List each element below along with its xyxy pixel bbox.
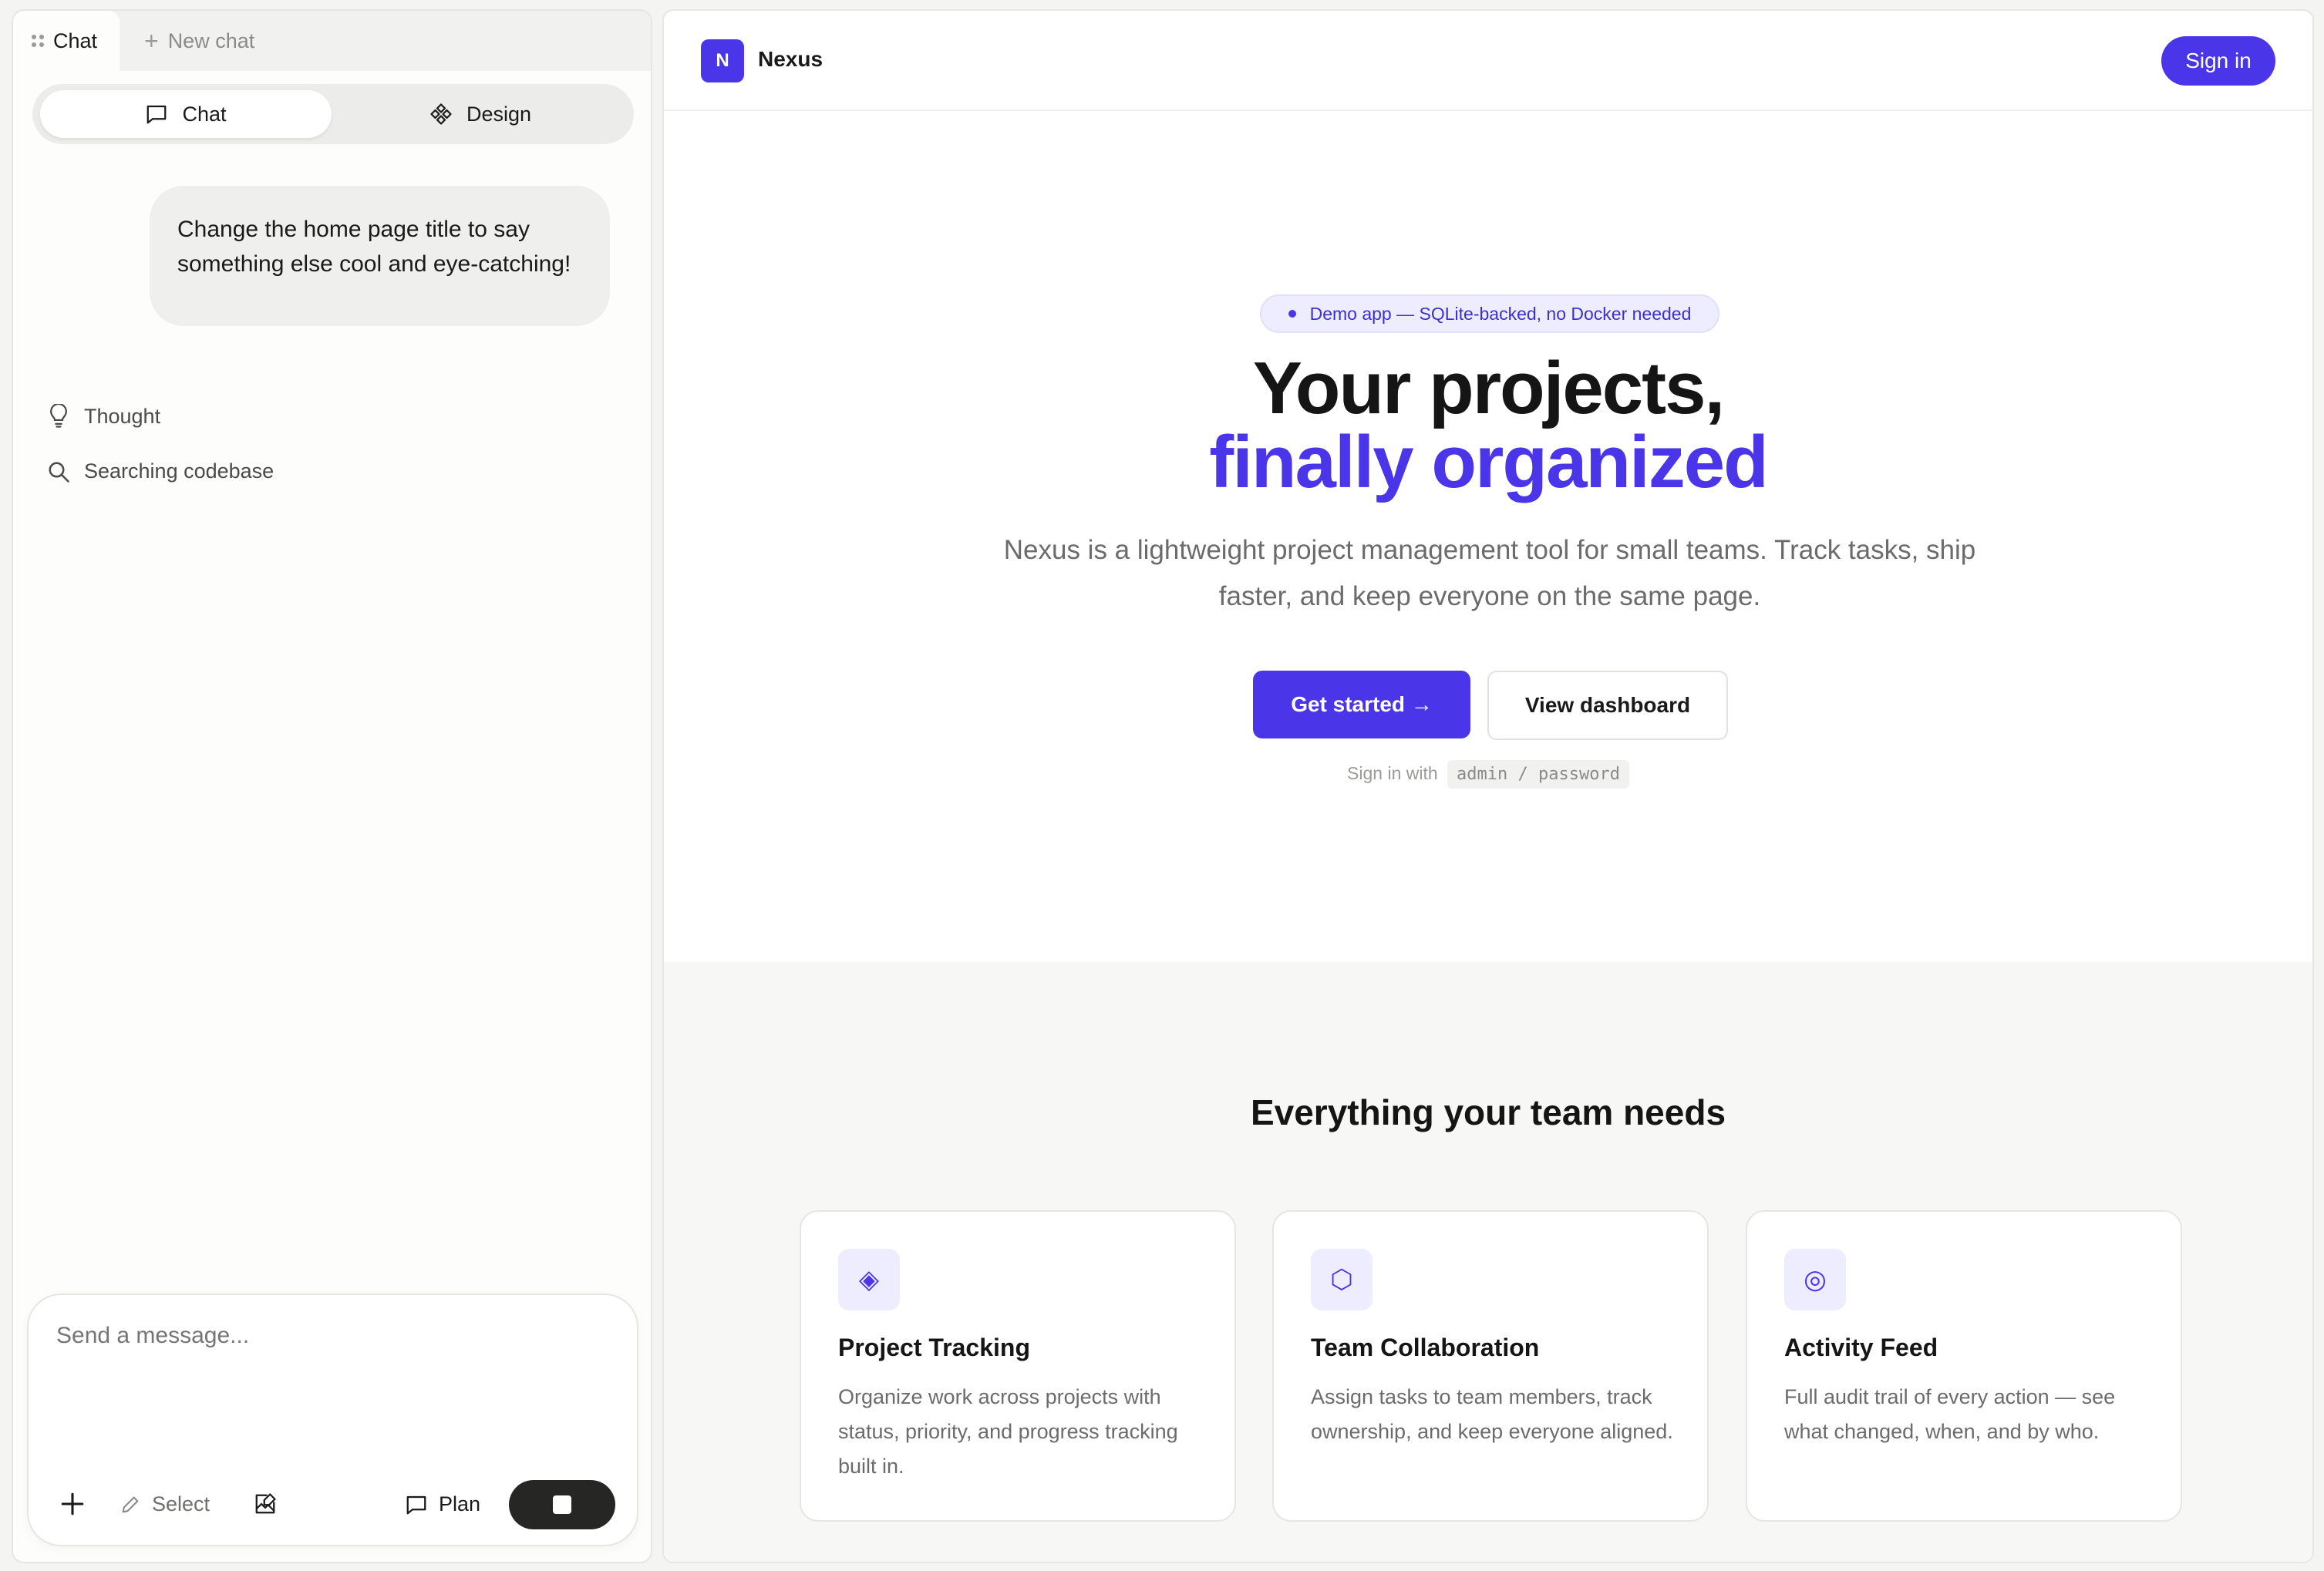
chat-mode-label: Chat — [182, 102, 227, 126]
grip-icon — [32, 35, 44, 47]
design-mode-label: Design — [466, 102, 532, 126]
feature-description: Assign tasks to team members, track owne… — [1311, 1385, 1673, 1443]
tab-chat-label: Chat — [53, 29, 98, 52]
add-attachment-button[interactable] — [59, 1491, 96, 1517]
image-edit-icon — [255, 1493, 276, 1514]
select-button[interactable]: Select — [120, 1492, 210, 1516]
design-mode-button[interactable]: Design — [335, 90, 626, 138]
message-composer: Select Plan — [27, 1293, 638, 1546]
get-started-button[interactable]: Get started → — [1253, 671, 1470, 738]
status-searching[interactable]: Searching codebase — [47, 459, 274, 483]
feature-description: Organize work across projects with statu… — [838, 1385, 1178, 1478]
user-message: Change the home page title to say someth… — [150, 186, 610, 326]
brand-name[interactable]: Nexus — [758, 47, 823, 72]
sign-in-credentials: admin / password — [1447, 760, 1629, 789]
feature-title: Activity Feed — [1784, 1334, 1938, 1361]
tab-chat[interactable]: Chat — [13, 11, 120, 71]
message-input[interactable] — [56, 1323, 609, 1349]
tab-new-chat[interactable]: + New chat — [144, 11, 254, 71]
plan-button[interactable]: Plan — [405, 1492, 480, 1516]
top-nav: N Nexus Sign in — [664, 11, 2312, 111]
hero-description-line-1: Nexus is a lightweight project managemen… — [1003, 535, 1976, 565]
chat-bubble-icon — [147, 105, 167, 124]
hero-description-line-2: faster, and keep everyone on the same pa… — [1218, 581, 1761, 611]
brand-logo[interactable]: N — [701, 39, 744, 82]
view-dashboard-button[interactable]: View dashboard — [1487, 671, 1728, 740]
features-section: Everything your team needs ◈ Project Tra… — [664, 962, 2312, 1562]
hero-section: Demo app — SQLite-backed, no Docker need… — [664, 111, 2312, 971]
badge-text: Demo app — SQLite-backed, no Docker need… — [1309, 303, 1692, 324]
hero-title-line-2: finally organized — [1209, 421, 1768, 503]
plan-label: Plan — [439, 1492, 481, 1515]
hero-title-line-1: Your projects, — [1252, 347, 1725, 429]
mode-toggle: Chat Design — [32, 84, 634, 144]
design-icon — [430, 103, 452, 125]
feature-description: Full audit trail of every action — see w… — [1784, 1385, 2116, 1443]
sign-in-hint: Sign in with admin / password — [664, 760, 2312, 789]
feature-card-team-collaboration: ⬡ Team Collaboration Assign tasks to tea… — [1272, 1210, 1709, 1522]
image-edit-button[interactable] — [254, 1492, 288, 1515]
demo-badge: Demo app — SQLite-backed, no Docker need… — [1260, 294, 1719, 333]
feature-card-activity-feed: ◎ Activity Feed Full audit trail of ever… — [1746, 1210, 2182, 1522]
pencil-icon — [122, 1496, 139, 1512]
stop-icon — [553, 1495, 571, 1514]
target-icon: ◎ — [1784, 1249, 1846, 1310]
hero-description: Nexus is a lightweight project managemen… — [965, 527, 2015, 620]
diamond-icon: ◈ — [838, 1249, 900, 1310]
sign-in-button[interactable]: Sign in — [2161, 36, 2275, 86]
status-thought[interactable]: Thought — [47, 404, 160, 429]
tab-new-chat-label: New chat — [167, 29, 255, 52]
chat-panel: Chat + New chat Chat Design Change the h… — [12, 9, 652, 1563]
chat-tab-bar: Chat + New chat — [13, 11, 651, 71]
plus-icon — [61, 1492, 84, 1515]
search-icon — [49, 462, 69, 483]
feature-title: Project Tracking — [838, 1334, 1030, 1361]
plus-icon: + — [144, 26, 159, 55]
chat-bubble-icon — [406, 1495, 426, 1514]
lightbulb-icon — [50, 404, 67, 428]
badge-dot-icon — [1288, 310, 1296, 318]
stop-button[interactable] — [509, 1480, 615, 1529]
chat-mode-button[interactable]: Chat — [40, 90, 332, 138]
features-title: Everything your team needs — [1250, 1092, 1726, 1132]
app-preview: N Nexus Sign in Demo app — SQLite-backed… — [662, 9, 2314, 1563]
sign-in-hint-prefix: Sign in with — [1347, 763, 1438, 783]
status-searching-label: Searching codebase — [84, 459, 275, 483]
status-thought-label: Thought — [84, 404, 161, 428]
select-label: Select — [152, 1492, 211, 1515]
hexagon-icon: ⬡ — [1311, 1249, 1373, 1310]
feature-card-project-tracking: ◈ Project Tracking Organize work across … — [800, 1210, 1236, 1522]
feature-title: Team Collaboration — [1311, 1334, 1540, 1361]
